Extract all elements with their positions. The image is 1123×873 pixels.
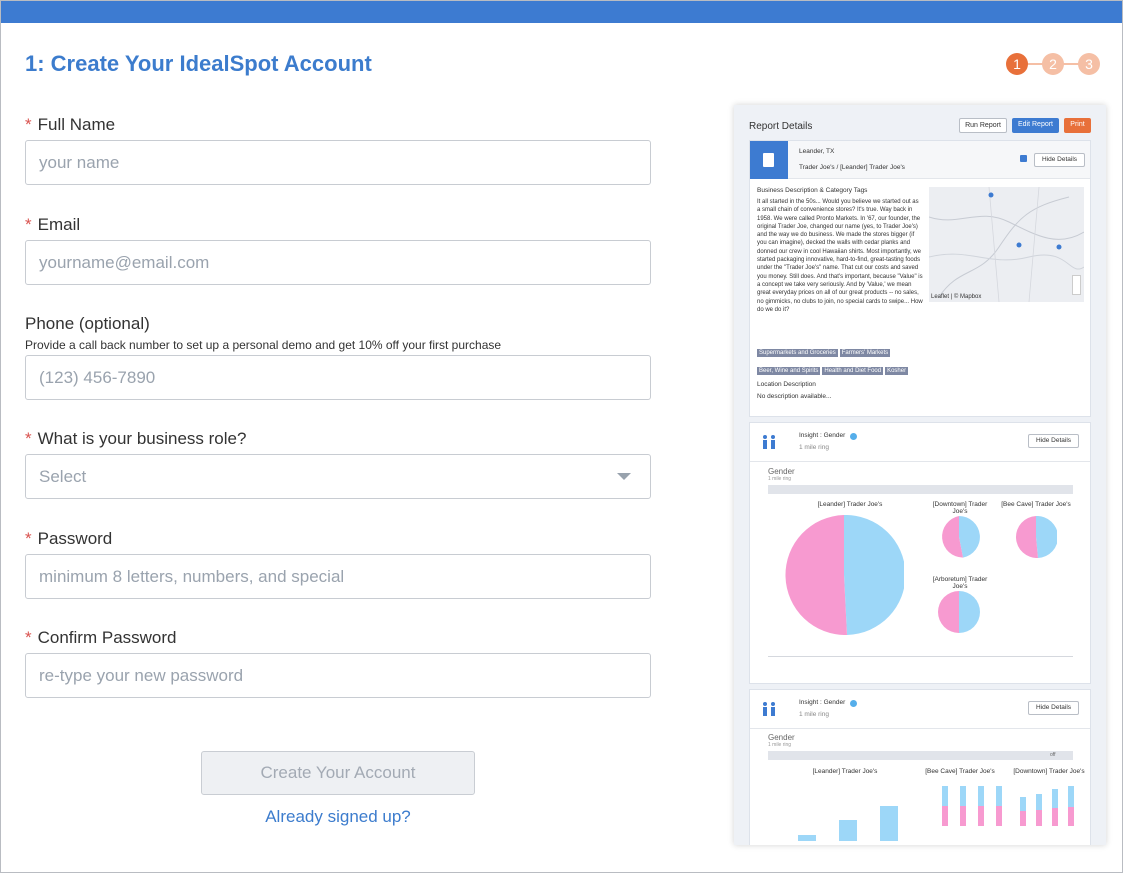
email-label: * Email — [25, 215, 81, 234]
description-title: Business Description & Category Tags — [757, 187, 868, 194]
full-name-label: * Full Name — [25, 115, 116, 134]
bar — [1020, 811, 1026, 826]
location-card-header: Leander, TX Trader Joe's / [Leander] Tra… — [750, 141, 1090, 179]
chevron-down-icon — [617, 473, 631, 480]
insight-title: Insight : Gender — [799, 432, 846, 439]
map-roads — [929, 187, 1084, 302]
gender-insight-card: Insight : Gender 1 mile ring Hide Detail… — [749, 422, 1091, 684]
insight-ring: 1 mile ring — [799, 711, 829, 718]
people-icon — [763, 702, 775, 716]
page-title: 1: Create Your IdealSpot Account — [25, 51, 372, 76]
already-signed-up-link[interactable]: Already signed up? — [201, 807, 475, 827]
hide-details-button: Hide Details — [1034, 153, 1085, 167]
bar — [942, 806, 948, 826]
step-3: 3 — [1078, 53, 1100, 75]
location-description-text: No description available... — [757, 393, 832, 400]
chart-toolbar — [768, 751, 1073, 760]
bar — [798, 835, 816, 841]
map-zoom-control — [1072, 275, 1081, 295]
chart-subtitle: 1 mile ring — [768, 476, 792, 482]
hide-details-button: Hide Details — [1028, 701, 1079, 715]
category-tags: Supermarkets and Groceries Farmers' Marke… — [757, 341, 927, 377]
run-report-button: Run Report — [959, 118, 1007, 133]
pie-label: [Arboretum] Trader Joe's — [932, 576, 988, 590]
confirm-password-label: * Confirm Password — [25, 628, 177, 647]
description-text: It all started in the 50s... Would you b… — [757, 199, 923, 313]
phone-label: Phone (optional) — [25, 314, 150, 333]
top-bar — [1, 1, 1122, 23]
pie-label: [Downtown] Trader Joe's — [932, 501, 988, 515]
gender-bar-insight-card: Insight : Gender 1 mile ring Hide Detail… — [749, 689, 1091, 845]
location-store: Trader Joe's / [Leander] Trader Joe's — [799, 164, 905, 171]
bar — [960, 786, 966, 806]
step-1: 1 — [1006, 53, 1028, 75]
info-icon — [850, 700, 857, 707]
bar — [1020, 797, 1026, 811]
signup-page: 1: Create Your IdealSpot Account 1 2 3 *… — [0, 0, 1123, 873]
print-button: Print — [1064, 118, 1091, 133]
bar — [1036, 794, 1042, 810]
category-tag: Beer, Wine and Spirits — [757, 367, 821, 375]
category-tag: Kosher — [885, 367, 909, 375]
chart-toolbar — [768, 485, 1073, 494]
bar — [1036, 810, 1042, 826]
create-account-button[interactable]: Create Your Account — [201, 751, 475, 795]
lock-icon — [1020, 155, 1027, 162]
pie-chart-downtown — [942, 516, 980, 558]
bar — [1068, 786, 1074, 807]
document-icon — [750, 141, 788, 179]
bar — [1052, 789, 1058, 808]
report-details-title: Report Details — [749, 121, 813, 132]
people-icon — [763, 435, 775, 449]
phone-help-text: Provide a call back number to set up a p… — [25, 338, 502, 352]
category-tag: Supermarkets and Groceries — [757, 349, 838, 357]
bar-group-label: [Leander] Trader Joe's — [812, 768, 878, 775]
password-label: * Password — [25, 529, 113, 548]
step-indicator: 1 2 3 — [1006, 53, 1100, 75]
pie-chart-bee-cave — [1016, 516, 1057, 558]
edit-report-button: Edit Report — [1012, 118, 1059, 133]
password-input[interactable] — [25, 554, 651, 599]
bar — [960, 806, 966, 826]
confirm-password-input[interactable] — [25, 653, 651, 698]
bar — [1052, 808, 1058, 826]
bar — [942, 786, 948, 806]
location-city: Leander, TX — [799, 148, 835, 155]
email-input[interactable] — [25, 240, 651, 285]
pie-label: [Bee Cave] Trader Joe's — [1001, 501, 1071, 508]
map-thumbnail: Leaflet | © Mapbox — [929, 187, 1084, 302]
report-preview-image: Report Details Run Report Edit Report Pr… — [734, 105, 1106, 845]
pie-chart-leander — [785, 515, 904, 635]
category-tag: Farmers' Markets — [839, 349, 891, 357]
step-2: 2 — [1042, 53, 1064, 75]
chart-toggle: off — [1050, 752, 1056, 758]
bar — [880, 806, 898, 841]
bar-group-label: [Downtown] Trader Joe's — [1013, 768, 1085, 775]
bar — [839, 820, 857, 841]
location-description-title: Location Description — [757, 381, 816, 388]
location-card: Leander, TX Trader Joe's / [Leander] Tra… — [749, 140, 1091, 417]
business-role-label: * What is your business role? — [25, 429, 247, 448]
map-credit: Leaflet | © Mapbox — [931, 294, 982, 300]
bar — [996, 806, 1002, 826]
info-icon — [850, 433, 857, 440]
chart-subtitle: 1 mile ring — [768, 742, 792, 748]
business-role-select[interactable]: Select — [25, 454, 651, 499]
business-role-selected: Select — [39, 466, 87, 486]
phone-input[interactable] — [25, 355, 651, 400]
pie-chart-arboretum — [938, 591, 980, 633]
bar — [978, 786, 984, 806]
hide-details-button: Hide Details — [1028, 434, 1079, 448]
bar — [996, 786, 1002, 806]
bar-group-label: [Bee Cave] Trader Joe's — [925, 768, 995, 775]
full-name-input[interactable] — [25, 140, 651, 185]
pie-label: [Leander] Trader Joe's — [817, 501, 883, 508]
category-tag: Health and Diet Food — [822, 367, 884, 375]
insight-title: Insight : Gender — [799, 699, 846, 706]
insight-ring: 1 mile ring — [799, 444, 829, 451]
bar — [1068, 807, 1074, 826]
bar — [978, 806, 984, 826]
